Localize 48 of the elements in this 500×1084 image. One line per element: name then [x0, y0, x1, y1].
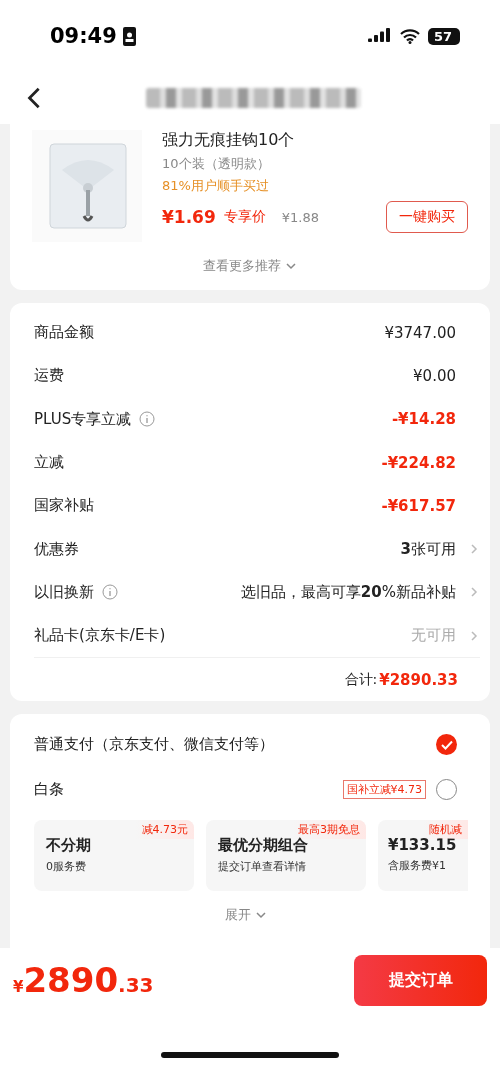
- summary-value: -¥617.57: [381, 496, 456, 515]
- info-icon[interactable]: [102, 584, 118, 601]
- payment-method[interactable]: 普通支付（京东支付、微信支付等）: [34, 735, 274, 755]
- summary-label: 商品金额: [34, 323, 94, 343]
- id-card-icon: [122, 26, 136, 46]
- radio-button[interactable]: [436, 779, 457, 801]
- summary-value[interactable]: 3张可用: [400, 539, 456, 559]
- installment-card[interactable]: 最高3期免息 最优分期组合 提交订单查看详情: [206, 820, 366, 892]
- installment-card[interactable]: 随机减 ¥133.15 含服务费¥1: [378, 820, 468, 892]
- installment-card[interactable]: 减4.73元 不分期 0服务费: [34, 820, 194, 892]
- plan-subtitle: 0服务费: [46, 859, 87, 875]
- total-value: ¥2890.33: [379, 670, 458, 689]
- submit-order-button[interactable]: 提交订单: [354, 954, 487, 1006]
- battery-level: 57: [428, 27, 460, 45]
- signal-icon: [368, 28, 392, 44]
- total-label: 合计:: [344, 670, 378, 689]
- original-price: ¥1.88: [281, 209, 319, 225]
- buy-button[interactable]: 一键购买: [386, 201, 468, 233]
- radio-button[interactable]: [436, 734, 457, 756]
- summary-label: 立减: [34, 453, 64, 473]
- summary-label: 国家补贴: [34, 496, 94, 516]
- more-link[interactable]: 查看更多推荐: [197, 256, 303, 276]
- summary-value: ¥0.00: [413, 366, 456, 385]
- check-icon: [440, 739, 453, 750]
- summary-value: -¥14.28: [391, 410, 456, 429]
- summary-value: -¥224.82: [381, 453, 456, 472]
- wifi-icon: [400, 28, 420, 44]
- summary-label: 礼品卡(京东卡/E卡): [34, 626, 166, 646]
- summary-label: 优惠券: [34, 539, 79, 559]
- purchase-note: 81%用户顺手买过: [162, 177, 270, 195]
- price-label: 专享价: [223, 208, 266, 226]
- status-time: 09:49: [50, 24, 117, 48]
- summary-label: 运费: [34, 366, 64, 386]
- expand-link[interactable]: 展开: [218, 905, 273, 926]
- summary-value: ¥3747.00: [384, 323, 456, 342]
- promo-tag: 国补立减¥4.73: [342, 780, 426, 800]
- plan-title: 不分期: [46, 836, 92, 856]
- plan-subtitle: 含服务费¥1: [388, 858, 447, 874]
- info-icon[interactable]: [139, 411, 156, 428]
- plan-subtitle: 提交订单查看详情: [218, 859, 307, 875]
- payment-method[interactable]: 白条: [34, 780, 64, 800]
- product-price: ¥1.69: [162, 207, 216, 227]
- summary-label: 以旧换新: [34, 582, 94, 602]
- product-name: 强力无痕挂钩10个: [162, 130, 296, 151]
- total-price: ¥2890.33: [13, 960, 154, 1000]
- product-spec: 10个装（透明款）: [162, 155, 271, 173]
- summary-label: PLUS专享立减: [34, 409, 132, 429]
- summary-value[interactable]: 选旧品，最高可享20%新品补贴: [240, 582, 456, 602]
